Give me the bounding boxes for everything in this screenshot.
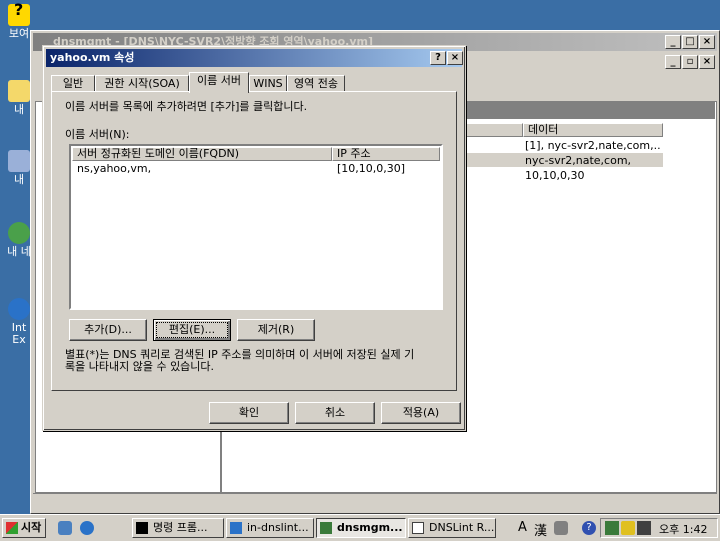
dialog-close-button[interactable]: ×: [447, 51, 463, 65]
table-row[interactable]: nyc-svr2,nate,com,: [525, 154, 631, 167]
desktop-icon-label: Int Ex: [11, 321, 27, 346]
task-label: DNSLint R...: [429, 521, 495, 534]
dialog-title[interactable]: yahoo.vm 속성: [46, 49, 462, 67]
task-label: in-dnslint...: [247, 521, 309, 534]
desktop-icon-label: 내: [13, 103, 25, 116]
close-button[interactable]: ×: [699, 35, 715, 49]
ok-button[interactable]: 확인: [209, 402, 289, 424]
folder-help-icon: ?: [8, 2, 30, 26]
column-header-fqdn[interactable]: 서버 정규화된 도메인 이름(FQDN): [72, 147, 332, 161]
computer-icon: [8, 150, 30, 172]
tab-general[interactable]: 일반: [51, 75, 95, 92]
tab-zone-transfers[interactable]: 영역 전송: [287, 75, 345, 92]
add-button[interactable]: 추가(D)...: [69, 319, 147, 341]
status-bar: [33, 493, 717, 512]
tab-soa[interactable]: 권한 시작(SOA): [95, 75, 189, 92]
properties-dialog[interactable]: yahoo.vm 속성 ? × 일반 권한 시작(SOA) 이름 서버 WINS…: [42, 45, 466, 431]
task-cmd[interactable]: 명령 프롬...: [132, 518, 224, 538]
column-header-data[interactable]: 데이터: [523, 123, 663, 137]
tab-wins[interactable]: WINS: [249, 75, 287, 92]
column-header-ip[interactable]: IP 주소: [332, 147, 440, 161]
documents-icon: [8, 80, 30, 102]
network-tray-icon[interactable]: [605, 521, 619, 535]
minimize-button[interactable]: _: [665, 35, 681, 49]
quicklaunch-ie-icon[interactable]: [80, 521, 94, 535]
list-item-fqdn[interactable]: ns,yahoo,vm,: [77, 162, 151, 175]
ime-settings-icon[interactable]: [554, 521, 568, 535]
desktop-icon-label: 내: [13, 173, 25, 186]
system-tray: 오후 1:42: [600, 518, 718, 538]
list-label: 이름 서버(N):: [65, 128, 130, 141]
network-icon: [8, 222, 30, 244]
quicklaunch-desktop-icon[interactable]: [58, 521, 72, 535]
task-ie[interactable]: in-dnslint...: [226, 518, 314, 538]
maximize-button[interactable]: □: [682, 35, 698, 49]
dns-icon: [320, 522, 332, 534]
task-label: dnsmgm...: [337, 521, 403, 534]
note-line-2: 록을 나타내지 않을 수 있습니다.: [65, 360, 215, 373]
ie-icon: [8, 298, 30, 320]
help-button[interactable]: ?: [430, 51, 446, 65]
start-label: 시작: [21, 521, 42, 534]
ie-page-icon: [230, 522, 242, 534]
task-dnsmgmt[interactable]: dnsmgm...: [316, 518, 406, 538]
child-minimize-button[interactable]: _: [665, 55, 681, 69]
windows-logo-icon: [6, 522, 18, 534]
table-row[interactable]: [1], nyc-svr2,nate,com,..: [525, 139, 661, 152]
tab-name-servers[interactable]: 이름 서버: [189, 72, 249, 93]
doc-icon: [412, 522, 424, 534]
start-button[interactable]: 시작: [2, 518, 46, 538]
child-close-button[interactable]: ×: [699, 55, 715, 69]
cmd-icon: [136, 522, 148, 534]
shield-icon[interactable]: [621, 521, 635, 535]
edit-button[interactable]: 편집(E)...: [153, 319, 231, 341]
taskbar: 시작 명령 프롬... in-dnslint... dnsmgm... DNSL…: [0, 514, 720, 541]
remove-button[interactable]: 제거(R): [237, 319, 315, 341]
ime-hanja[interactable]: 漢: [534, 520, 547, 539]
vm-icon[interactable]: [637, 521, 651, 535]
desktop-icon-label: 보여: [8, 27, 30, 40]
clock[interactable]: 오후 1:42: [659, 521, 707, 537]
list-item-ip[interactable]: [10,10,0,30]: [337, 162, 405, 175]
apply-button[interactable]: 적용(A): [381, 402, 461, 424]
name-server-list[interactable]: 서버 정규화된 도메인 이름(FQDN) IP 주소 ns,yahoo,vm, …: [69, 144, 443, 310]
table-row[interactable]: 10,10,0,30: [525, 169, 584, 182]
task-dnslint[interactable]: DNSLint R...: [408, 518, 496, 538]
ime-mode[interactable]: A: [518, 520, 527, 535]
desktop-icon-label: 내 네: [7, 245, 31, 258]
instruction-text: 이름 서버를 목록에 추가하려면 [추가]를 클릭합니다.: [65, 100, 308, 113]
task-label: 명령 프롬...: [153, 521, 208, 534]
help-icon[interactable]: ?: [582, 521, 596, 535]
cancel-button[interactable]: 취소: [295, 402, 375, 424]
child-restore-button[interactable]: ▫: [682, 55, 698, 69]
